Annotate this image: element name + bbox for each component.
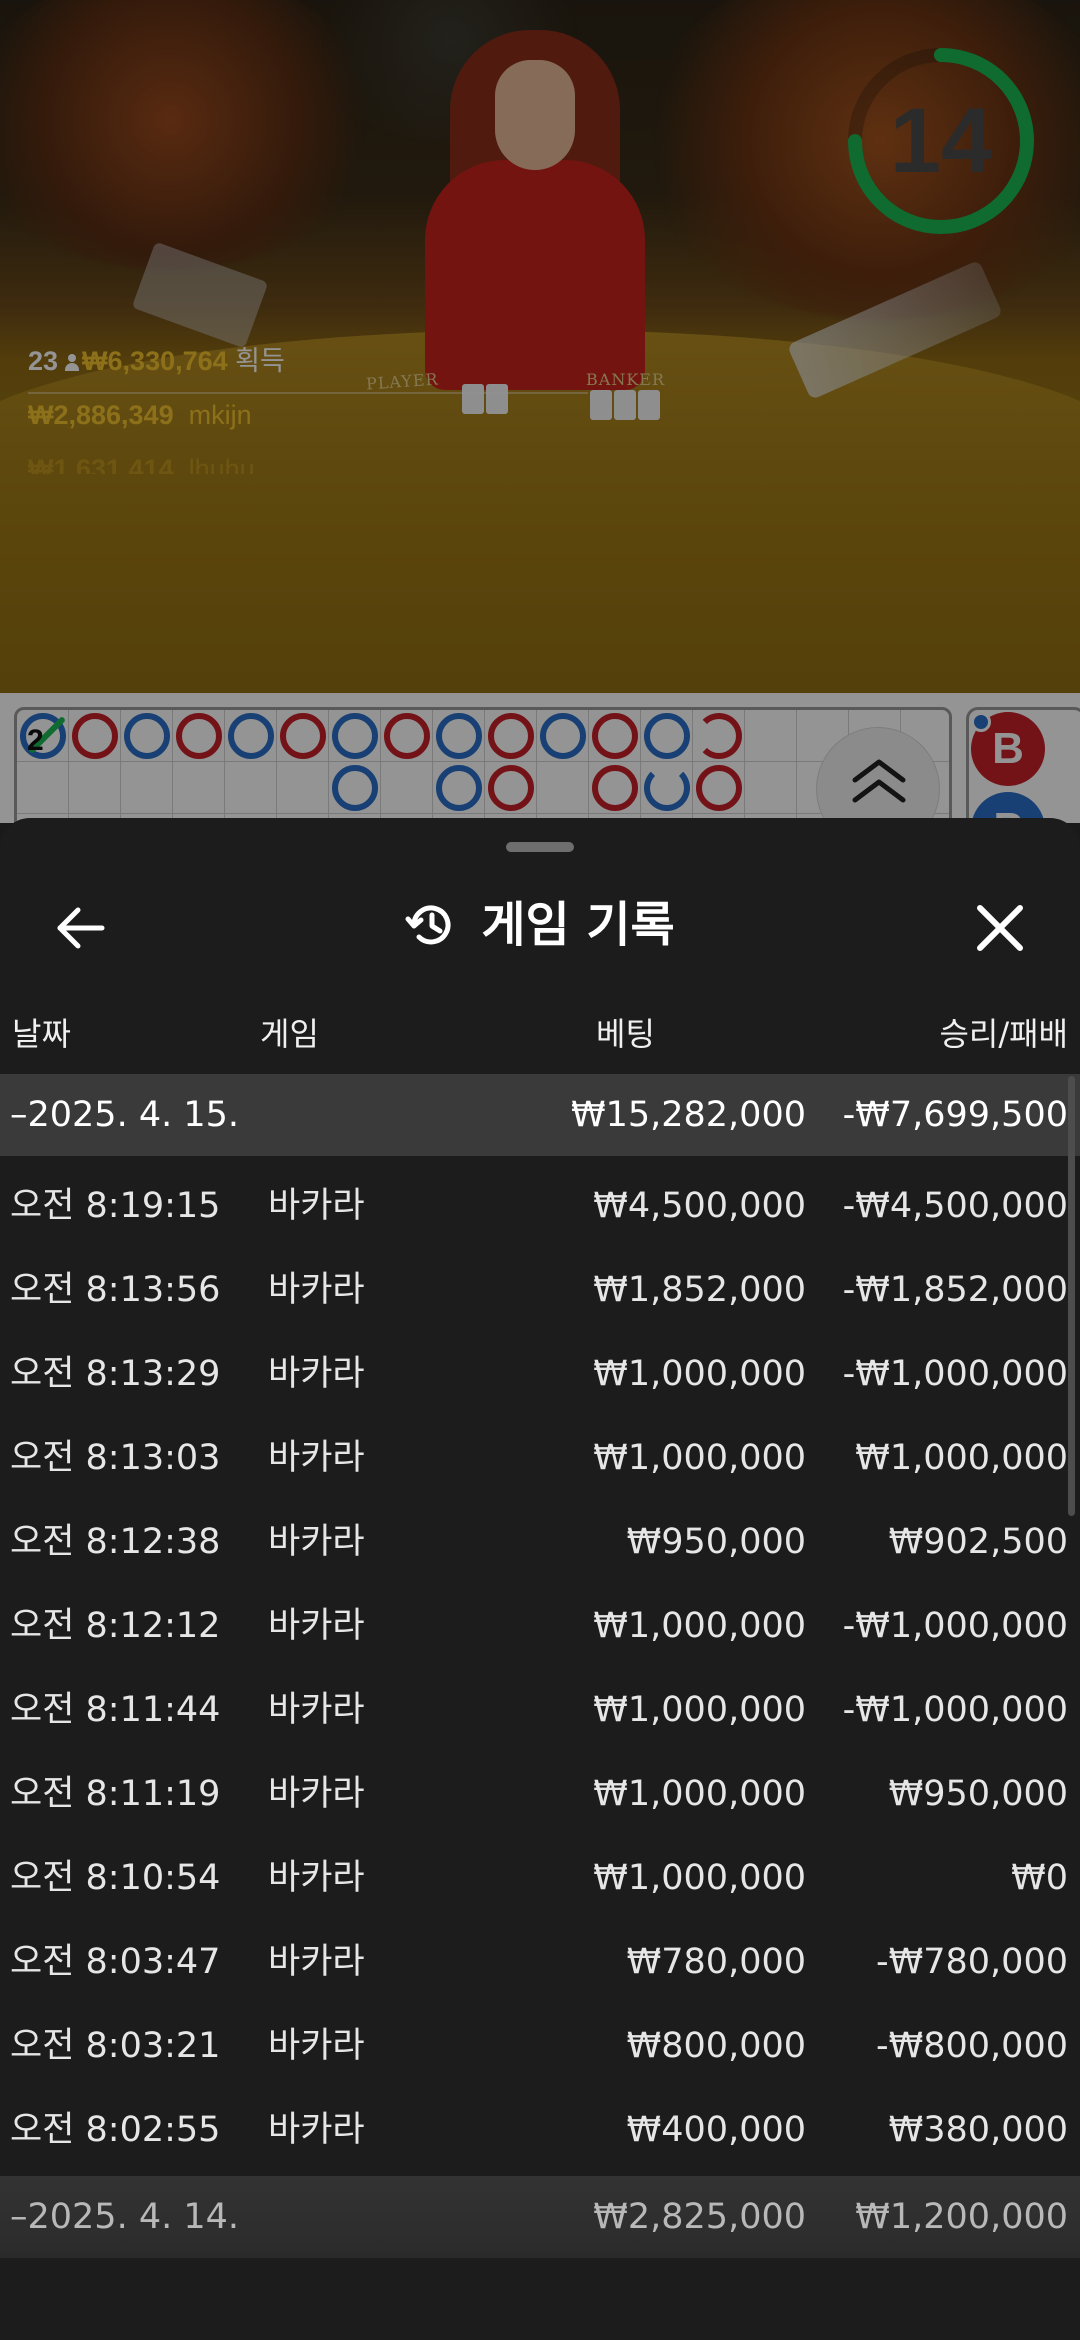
table-row[interactable]: 오전 8:03:21 바카라 ₩800,000 -₩800,000 — [0, 2004, 1080, 2088]
row-game: 바카라 — [268, 1606, 365, 1646]
row-time: 오전 8:02:55 — [10, 2110, 221, 2150]
close-icon — [977, 905, 1023, 951]
row-result: ₩902,500 — [888, 1522, 1068, 1562]
table-row[interactable]: 오전 8:12:12 바카라 ₩1,000,000 -₩1,000,000 — [0, 1584, 1080, 1668]
scrollbar[interactable] — [1068, 1076, 1075, 1516]
row-result: ₩950,000 — [888, 1774, 1068, 1814]
row-time: 오전 8:13:29 — [10, 1354, 221, 1394]
row-time: 오전 8:10:54 — [10, 1858, 221, 1898]
sheet-header: 게임 기록 — [0, 880, 1080, 970]
row-time: 오전 8:19:15 — [10, 1186, 221, 1226]
table-row[interactable]: 오전 8:11:19 바카라 ₩1,000,000 ₩950,000 — [0, 1752, 1080, 1836]
row-game: 바카라 — [268, 1774, 365, 1814]
row-time: 오전 8:13:56 — [10, 1270, 221, 1310]
row-game: 바카라 — [268, 1270, 365, 1310]
row-bet: ₩950,000 — [626, 1522, 806, 1562]
row-bet: ₩780,000 — [626, 1942, 806, 1982]
row-bet: ₩400,000 — [626, 2110, 806, 2150]
table-header: 날짜 게임 베팅 승리/패배 — [0, 1004, 1080, 1074]
row-result: ₩0 — [1011, 1858, 1068, 1898]
row-time: 오전 8:03:21 — [10, 2026, 221, 2066]
table-row[interactable]: 오전 8:02:55 바카라 ₩400,000 ₩380,000 — [0, 2088, 1080, 2172]
row-result: -₩4,500,000 — [842, 1186, 1068, 1226]
table-row[interactable]: 오전 8:13:56 바카라 ₩1,852,000 -₩1,852,000 — [0, 1248, 1080, 1332]
date-group-date: –2025. 4. 14. — [10, 2197, 240, 2237]
row-time: 오전 8:11:19 — [10, 1774, 221, 1814]
row-bet: ₩1,000,000 — [593, 1858, 806, 1898]
row-bet: ₩800,000 — [626, 2026, 806, 2066]
row-time: 오전 8:11:44 — [10, 1690, 221, 1730]
row-game: 바카라 — [268, 1438, 365, 1478]
row-time: 오전 8:03:47 — [10, 1942, 221, 1982]
column-header-date[interactable]: 날짜 — [12, 1004, 71, 1064]
date-group-header[interactable]: –2025. 4. 15. ₩15,282,000 -₩7,699,500 — [0, 1074, 1080, 1156]
table-row[interactable]: 오전 8:19:15 바카라 ₩4,500,000 -₩4,500,000 — [0, 1164, 1080, 1248]
history-icon — [405, 905, 451, 945]
row-result: ₩380,000 — [888, 2110, 1068, 2150]
date-group-bet-total: ₩2,825,000 — [593, 2197, 806, 2237]
row-result: ₩1,000,000 — [855, 1438, 1068, 1478]
row-bet: ₩1,000,000 — [593, 1606, 806, 1646]
row-game: 바카라 — [268, 1858, 365, 1898]
row-bet: ₩1,000,000 — [593, 1438, 806, 1478]
row-bet: ₩1,000,000 — [593, 1690, 806, 1730]
column-header-result[interactable]: 승리/패배 — [939, 1004, 1068, 1064]
table-row[interactable]: 오전 8:11:44 바카라 ₩1,000,000 -₩1,000,000 — [0, 1668, 1080, 1752]
table-row[interactable]: 오전 8:13:29 바카라 ₩1,000,000 -₩1,000,000 — [0, 1332, 1080, 1416]
column-header-bet[interactable]: 베팅 — [596, 1004, 655, 1064]
row-game: 바카라 — [268, 1522, 365, 1562]
close-button[interactable] — [960, 888, 1040, 968]
row-time: 오전 8:13:03 — [10, 1438, 221, 1478]
row-result: -₩780,000 — [876, 1942, 1068, 1982]
column-header-game[interactable]: 게임 — [260, 1004, 319, 1064]
row-result: -₩1,000,000 — [842, 1354, 1068, 1394]
date-group-date: –2025. 4. 15. — [10, 1095, 240, 1135]
row-result: -₩1,852,000 — [842, 1270, 1068, 1310]
table-row[interactable]: 오전 8:10:54 바카라 ₩1,000,000 ₩0 — [0, 1836, 1080, 1920]
row-game: 바카라 — [268, 1942, 365, 1982]
game-history-sheet: 게임 기록 날짜 게임 베팅 승리/패배 –2025. 4. 15. ₩15,2… — [0, 818, 1080, 2340]
date-group-result-total: -₩7,699,500 — [842, 1095, 1068, 1135]
row-bet: ₩1,852,000 — [593, 1270, 806, 1310]
row-result: -₩1,000,000 — [842, 1606, 1068, 1646]
modal-backdrop[interactable] — [0, 0, 1080, 823]
row-time: 오전 8:12:12 — [10, 1606, 221, 1646]
date-group-result-total: ₩1,200,000 — [855, 2197, 1068, 2237]
table-row[interactable]: 오전 8:03:47 바카라 ₩780,000 -₩780,000 — [0, 1920, 1080, 2004]
row-game: 바카라 — [268, 2026, 365, 2066]
row-result: -₩1,000,000 — [842, 1690, 1068, 1730]
sheet-title: 게임 기록 — [481, 897, 675, 953]
row-bet: ₩1,000,000 — [593, 1354, 806, 1394]
row-time: 오전 8:12:38 — [10, 1522, 221, 1562]
row-game: 바카라 — [268, 1186, 365, 1226]
row-bet: ₩4,500,000 — [593, 1186, 806, 1226]
table-row[interactable]: 오전 8:12:38 바카라 ₩950,000 ₩902,500 — [0, 1500, 1080, 1584]
sheet-drag-handle[interactable] — [506, 842, 574, 852]
row-game: 바카라 — [268, 2110, 365, 2150]
row-game: 바카라 — [268, 1354, 365, 1394]
row-bet: ₩1,000,000 — [593, 1774, 806, 1814]
date-group-header[interactable]: –2025. 4. 14. ₩2,825,000 ₩1,200,000 — [0, 2176, 1080, 2258]
date-group-bet-total: ₩15,282,000 — [570, 1095, 806, 1135]
row-result: -₩800,000 — [876, 2026, 1068, 2066]
list-fade — [0, 2250, 1080, 2340]
table-row[interactable]: 오전 8:13:03 바카라 ₩1,000,000 ₩1,000,000 — [0, 1416, 1080, 1500]
row-game: 바카라 — [268, 1690, 365, 1730]
